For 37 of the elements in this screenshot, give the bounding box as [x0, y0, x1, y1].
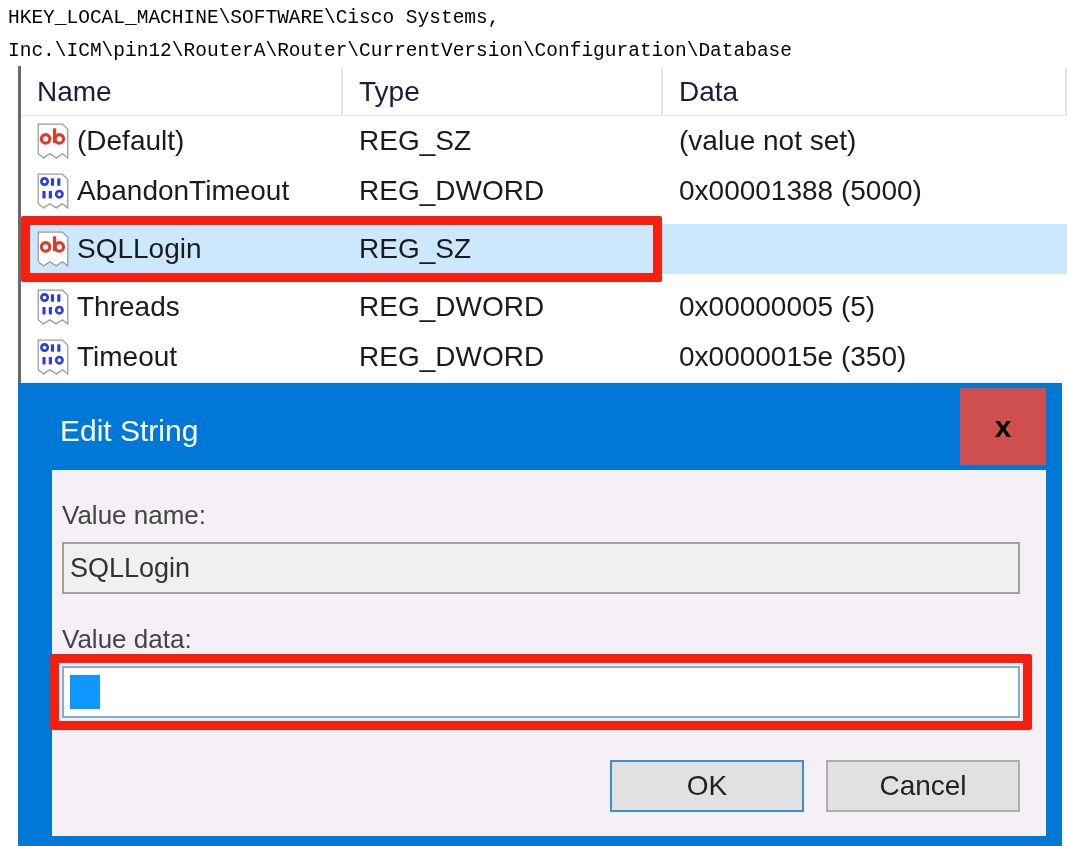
value-data: 0x00001388 (5000): [679, 175, 922, 206]
binary-value-icon: [35, 172, 71, 210]
value-type: REG_SZ: [359, 125, 472, 156]
value-name-field[interactable]: SQLLogin: [62, 542, 1020, 594]
column-header[interactable]: Type: [343, 68, 663, 115]
value-name: (Default): [77, 124, 185, 158]
value-data-field[interactable]: [62, 666, 1020, 718]
value-data: 0x0000015e (350): [679, 341, 907, 372]
value-name: Threads: [77, 290, 180, 324]
field-label: Value name:: [62, 499, 208, 532]
value-type: REG_DWORD: [359, 341, 545, 372]
value-type: REG_DWORD: [359, 175, 545, 206]
registry-path: HKEY_LOCAL_MACHINE\SOFTWARE\Cisco Systems, Inc.\ICM\pin12\RouterA\Router\CurrentVersion\Configuration\Database: [7, 6, 794, 64]
close-button[interactable]: x: [960, 388, 1046, 465]
binary-value-icon: [35, 338, 71, 376]
registry-value-row[interactable]: SQLLogin REG_SZ: [21, 216, 1067, 282]
registry-value-row[interactable]: Threads REG_DWORD 0x00000005 (5): [21, 282, 1067, 332]
value-name: Timeout: [77, 340, 178, 374]
string-value-icon: [35, 230, 71, 268]
value-data: 0x00000005 (5): [679, 291, 876, 322]
registry-value-row[interactable]: AbandonTimeout REG_DWORD 0x00001388 (5000): [21, 166, 1067, 216]
registry-value-row[interactable]: (Default) REG_SZ (value not set): [21, 116, 1067, 166]
value-type: REG_SZ: [359, 233, 472, 264]
value-name: AbandonTimeout: [77, 174, 290, 208]
dialog-button[interactable]: Cancel: [826, 760, 1020, 812]
field-label: Value data:: [62, 623, 193, 656]
dialog-title: Edit String: [60, 413, 199, 449]
binary-value-icon: [35, 288, 71, 326]
column-header[interactable]: Name: [21, 68, 343, 115]
text-cursor: [70, 675, 100, 709]
column-header[interactable]: Data: [663, 68, 1067, 115]
registry-value-row[interactable]: Timeout REG_DWORD 0x0000015e (350): [21, 332, 1067, 382]
value-name: SQLLogin: [77, 232, 202, 266]
value-data: (value not set): [679, 125, 857, 156]
value-type: REG_DWORD: [359, 291, 545, 322]
string-value-icon: [35, 122, 71, 160]
dialog-button[interactable]: OK: [610, 760, 804, 812]
